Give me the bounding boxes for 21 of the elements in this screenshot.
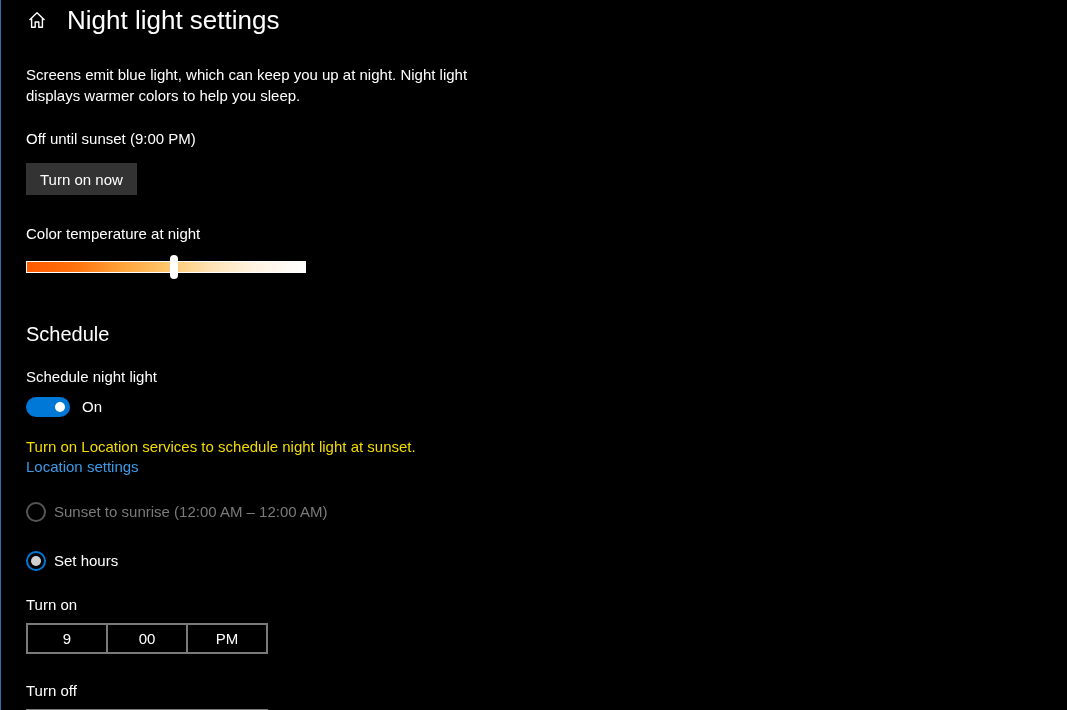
warning-text: Turn on Location services to schedule night light at sunset. [26, 437, 417, 457]
time-label: Turn off [26, 681, 78, 701]
toggle-state-text: On [82, 397, 102, 417]
status-text: Off until sunset (9:00 PM) [26, 129, 197, 149]
home-icon[interactable] [28, 11, 46, 29]
page-title: Night light settings [67, 4, 280, 37]
time-picker-cell[interactable]: 9 [28, 625, 106, 652]
toggle-label: Schedule night light [26, 367, 158, 387]
section-heading: Schedule [26, 322, 111, 347]
location-settings-link[interactable]: Location settings [26, 457, 139, 477]
time-picker-cell[interactable]: 00 [106, 625, 186, 652]
time-picker[interactable]: 9 00 PM [26, 623, 268, 654]
turn-on-now-button[interactable]: Turn on now [26, 163, 137, 195]
description-text: Screens emit blue light, which can keep you up at night. Night light displays warmer colors to help you sleep. [26, 65, 469, 106]
radio-button[interactable] [26, 551, 46, 571]
slider-thumb[interactable] [170, 254, 179, 279]
radio-label[interactable]: Set hours [54, 551, 119, 571]
time-picker-cell[interactable]: PM [186, 625, 266, 652]
slider-label: Color temperature at night [26, 224, 202, 244]
toggle-switch[interactable] [26, 397, 70, 417]
time-label: Turn on [26, 595, 79, 615]
